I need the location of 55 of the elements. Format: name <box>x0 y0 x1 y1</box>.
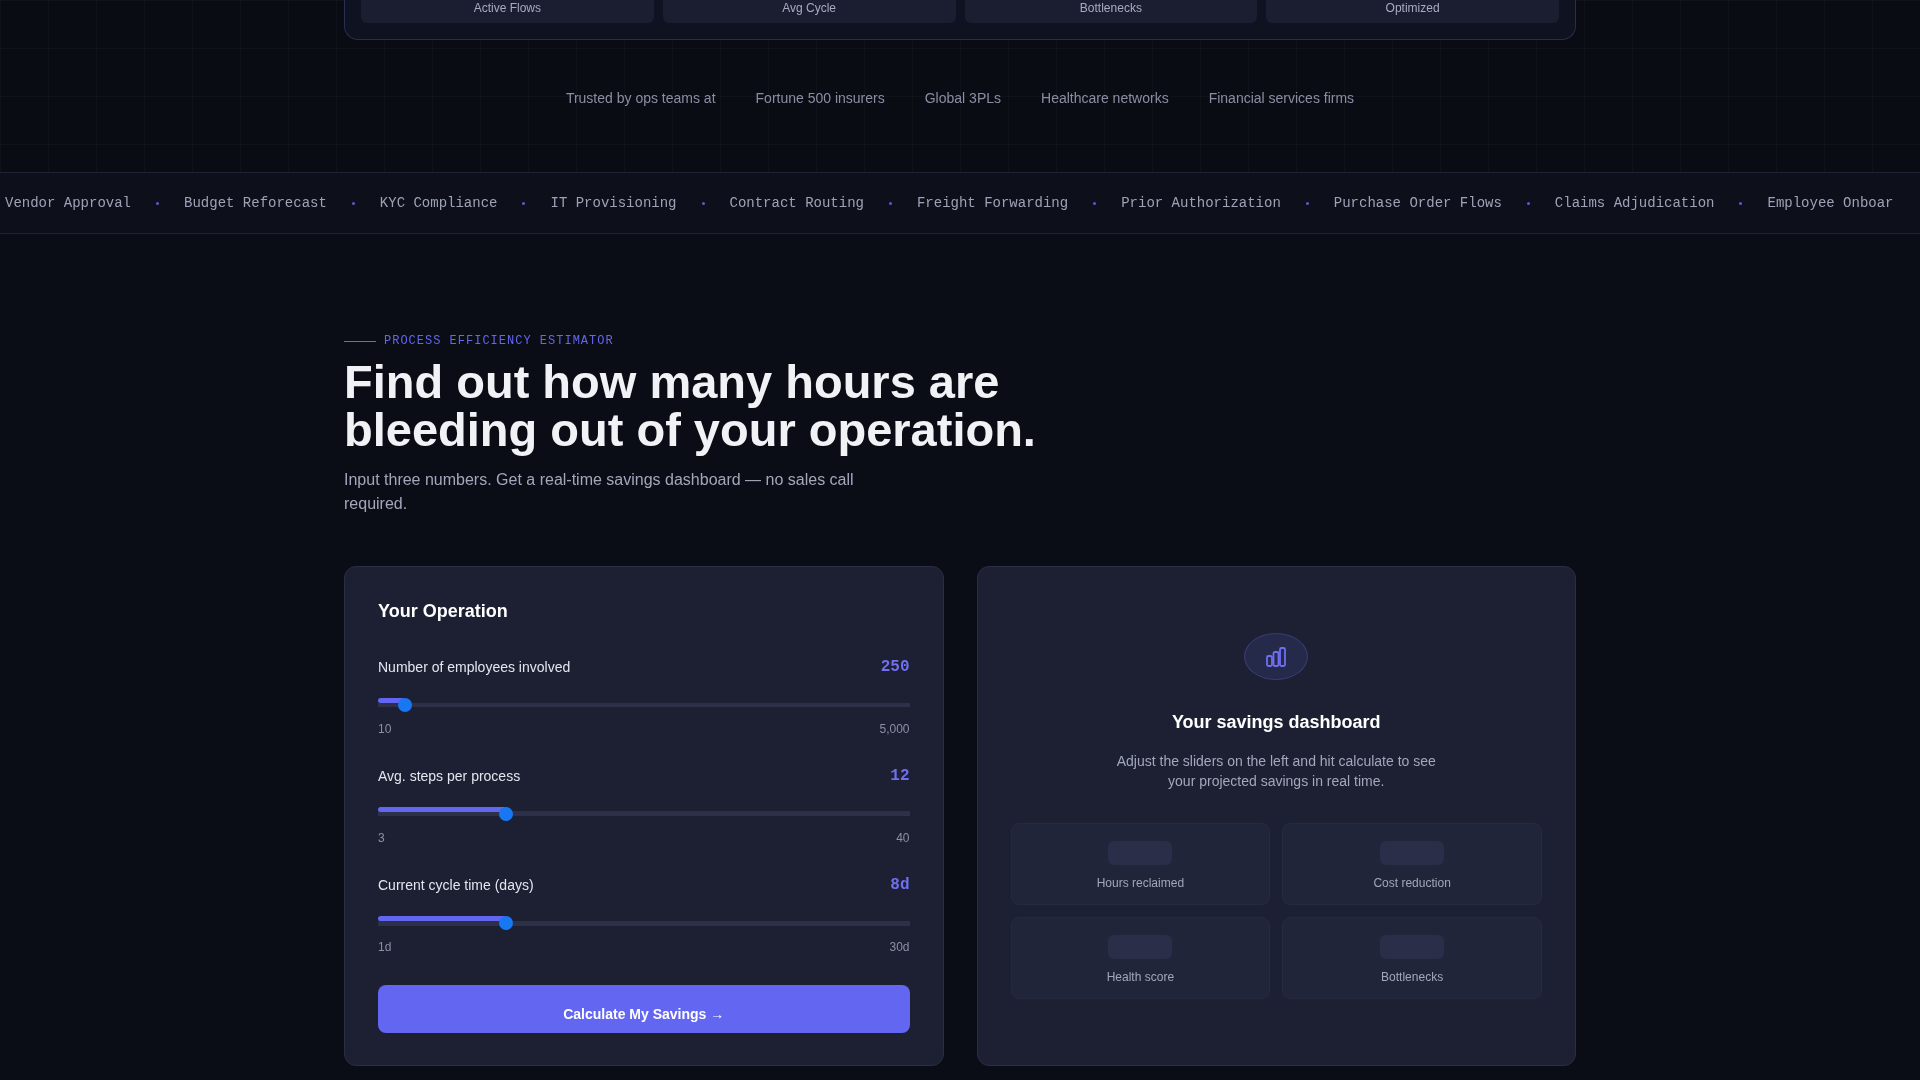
process-name: Purchase Order Flows <box>1333 195 1502 211</box>
slider-value: 8d <box>890 876 910 894</box>
metric-label: Health score <box>1106 970 1175 984</box>
process-name: IT Provisioning <box>550 195 677 211</box>
stat-tile: Active Flows <box>361 0 654 23</box>
process-name: Vendor Approval <box>5 195 132 211</box>
separator-dot <box>351 201 355 205</box>
client-name: Healthcare networks <box>1041 90 1169 106</box>
stat-tile: Optimized <box>1266 0 1559 23</box>
process-name: KYC Compliance <box>379 195 498 211</box>
dashboard-description: Adjust the sliders on the left and hit calculate to see your projected savings in real time. <box>1115 752 1437 791</box>
separator-dot <box>522 201 526 205</box>
hero-subtitle: Input three numbers. Get a real-time savings dashboard — no sales call required. <box>344 470 855 514</box>
card-title: Your Operation <box>378 601 509 622</box>
slider-min: 1d <box>378 940 392 954</box>
separator-dot <box>156 201 160 205</box>
eyebrow-label: PROCESS EFFICIENCY ESTIMATOR <box>384 334 614 348</box>
slider-max: 30d <box>889 940 910 954</box>
slider-label: Avg. steps per process <box>378 768 521 784</box>
calculate-button[interactable]: Calculate My Savings → <box>378 985 910 1033</box>
slider-thumb[interactable] <box>397 698 412 712</box>
slider-min: 3 <box>378 831 385 845</box>
bar-chart-icon <box>1265 645 1288 668</box>
slider-thumb[interactable] <box>498 916 513 930</box>
separator-dot <box>1093 201 1097 205</box>
slider-thumb[interactable] <box>498 807 513 821</box>
slider-label: Current cycle time (days) <box>378 877 534 893</box>
separator-dot <box>701 201 705 205</box>
process-name: Budget Reforecast <box>184 195 327 211</box>
client-name: Global 3PLs <box>924 90 1001 106</box>
metric-label: Cost reduction <box>1373 876 1451 890</box>
slider-value: 12 <box>890 767 910 785</box>
dashboard-title: Your savings dashboard <box>1171 712 1381 733</box>
stat-tile: Avg Cycle <box>662 0 956 23</box>
slider-value: 250 <box>880 658 910 676</box>
process-name: Claims Adjudication <box>1554 195 1715 211</box>
process-name: Employee Onboar <box>1767 195 1894 211</box>
separator-dot <box>1526 201 1530 205</box>
process-name: Contract Routing <box>729 195 864 211</box>
process-name: Prior Authorization <box>1121 195 1281 211</box>
process-name: Freight Forwarding <box>916 195 1069 211</box>
hero-heading: Find out how many hours are bleeding out of your operation. <box>344 358 1037 454</box>
client-name: Fortune 500 insurers <box>755 90 885 106</box>
separator-dot <box>888 201 892 205</box>
trusted-intro: Trusted by ops teams at <box>565 90 716 106</box>
stat-tile: Bottlenecks <box>964 0 1258 23</box>
metric-label: Bottlenecks <box>1381 970 1444 984</box>
metric-label: Hours reclaimed <box>1096 876 1185 890</box>
separator-dot <box>1739 201 1743 205</box>
slider-max: 40 <box>896 831 910 845</box>
slider-max: 5,000 <box>879 722 910 736</box>
slider-label: Number of employees involved <box>378 659 571 675</box>
client-name: Financial services firms <box>1208 90 1355 106</box>
slider-min: 10 <box>378 722 392 736</box>
separator-dot <box>1305 201 1309 205</box>
